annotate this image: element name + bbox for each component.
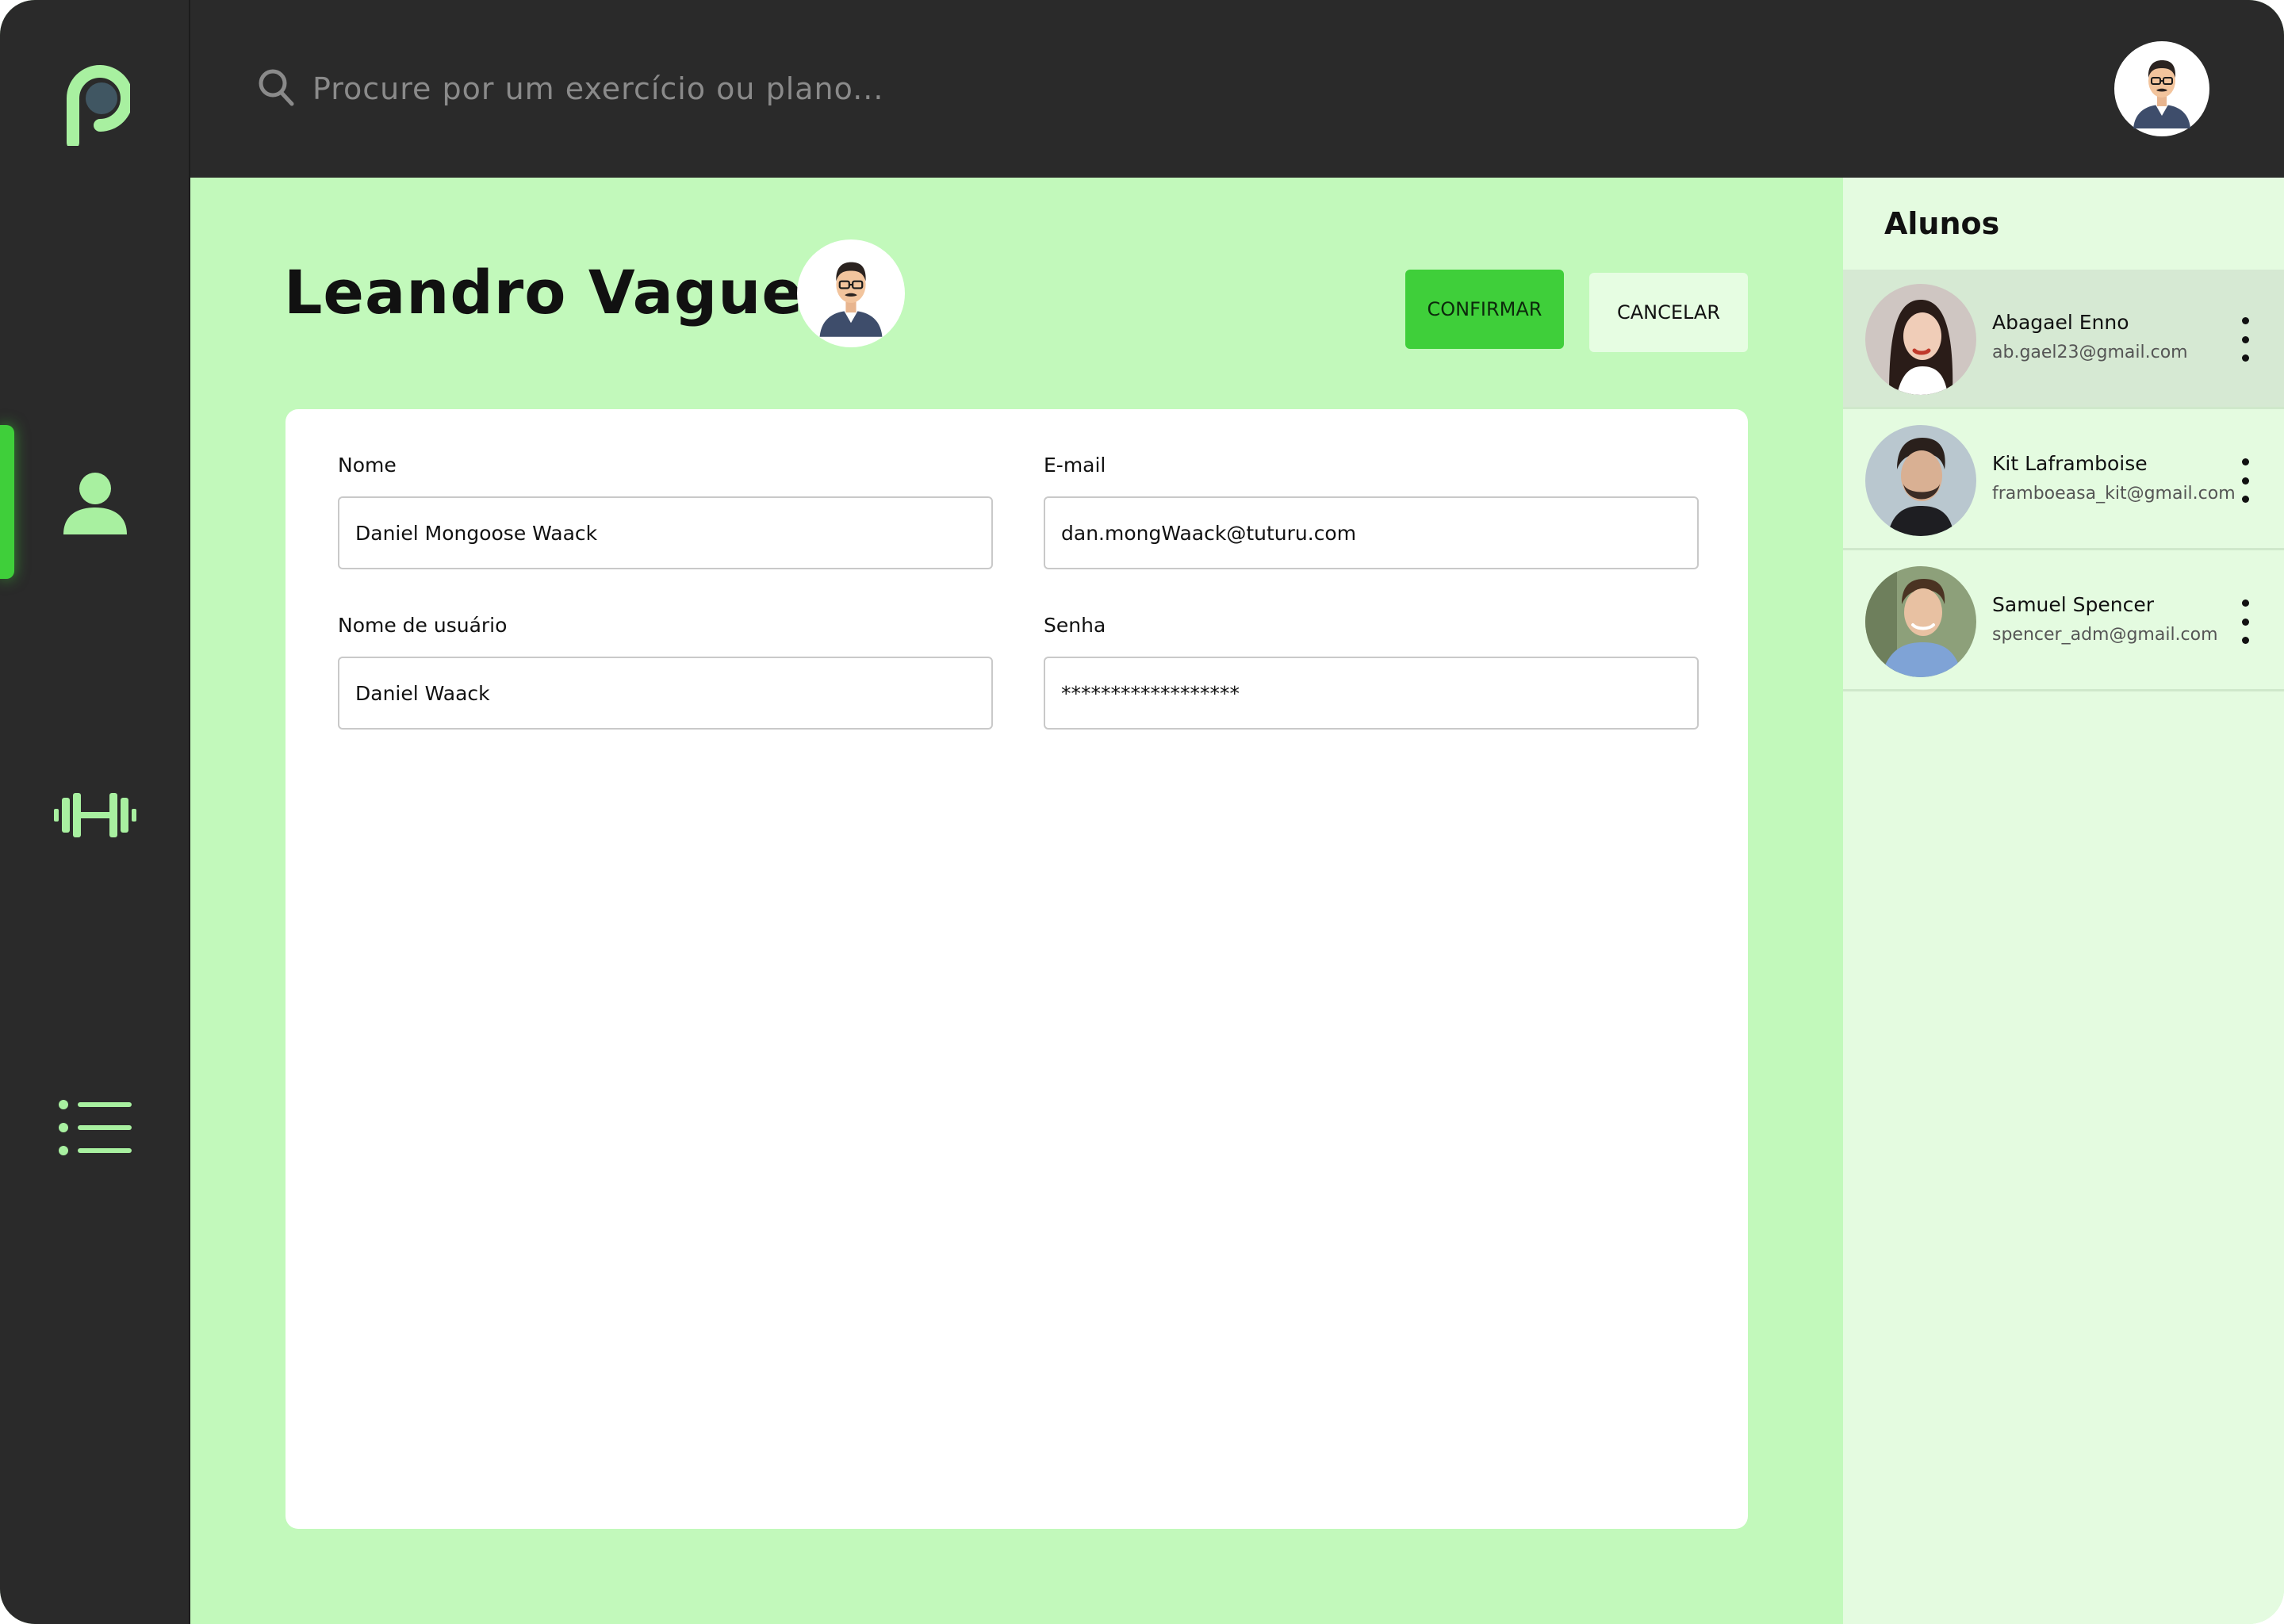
student-avatar: [1865, 566, 1976, 677]
main-content: Leandro Vaguetti CONFIRMAR CANCELAR Nome…: [190, 178, 1843, 1624]
students-panel: Alunos Abagael Enno ab.gael23@gmail.com: [1843, 178, 2284, 1624]
password-label: Senha: [1044, 614, 1106, 637]
more-options-icon[interactable]: [2233, 458, 2257, 503]
more-options-icon[interactable]: [2233, 599, 2257, 644]
student-email: spencer_adm@gmail.com: [1992, 625, 2218, 645]
user-form: Nome E-mail Nome de usuário Senha: [286, 409, 1748, 1529]
app-window: Leandro Vaguetti CONFIRMAR CANCELAR Nome…: [0, 0, 2284, 1624]
student-item[interactable]: Samuel Spencer spencer_adm@gmail.com: [1843, 552, 2284, 691]
search-icon[interactable]: [257, 67, 295, 110]
sidebar: [0, 0, 190, 1624]
name-field[interactable]: [338, 496, 993, 569]
list-icon: [59, 1100, 132, 1159]
student-email: ab.gael23@gmail.com: [1992, 343, 2188, 362]
user-avatar[interactable]: [2114, 41, 2209, 136]
user-icon: [62, 469, 128, 539]
nav-item-plans[interactable]: [0, 1050, 190, 1208]
nav-item-profile[interactable]: [0, 425, 190, 584]
cancel-button[interactable]: CANCELAR: [1589, 273, 1748, 352]
dumbbell-icon: [54, 793, 136, 841]
student-item[interactable]: Kit Laframboise framboeasa_kit@gmail.com: [1843, 411, 2284, 550]
name-label: Nome: [338, 454, 397, 477]
confirm-button[interactable]: CONFIRMAR: [1405, 270, 1564, 349]
more-options-icon[interactable]: [2233, 317, 2257, 362]
student-name: Abagael Enno: [1992, 311, 2129, 334]
p-logo-icon[interactable]: [62, 60, 133, 149]
student-avatar: [1865, 284, 1976, 395]
top-bar: [190, 0, 2284, 178]
profile-avatar[interactable]: [797, 239, 905, 347]
password-field[interactable]: [1044, 657, 1699, 730]
avatar-illustration: [819, 262, 883, 337]
avatar-illustration: [2133, 60, 2190, 128]
students-title: Alunos: [1884, 206, 2000, 241]
student-item[interactable]: Abagael Enno ab.gael23@gmail.com: [1843, 270, 2284, 409]
search-bar: [257, 63, 1209, 114]
email-field[interactable]: [1044, 496, 1699, 569]
username-field[interactable]: [338, 657, 993, 730]
student-name: Samuel Spencer: [1992, 593, 2155, 616]
page-title: Leandro Vaguetti: [284, 257, 884, 327]
nav-item-exercises[interactable]: [0, 737, 190, 896]
username-label: Nome de usuário: [338, 614, 508, 637]
email-label: E-mail: [1044, 454, 1106, 477]
student-avatar: [1865, 425, 1976, 536]
search-input[interactable]: [312, 71, 1185, 106]
student-name: Kit Laframboise: [1992, 452, 2148, 475]
student-email: framboeasa_kit@gmail.com: [1992, 484, 2236, 504]
